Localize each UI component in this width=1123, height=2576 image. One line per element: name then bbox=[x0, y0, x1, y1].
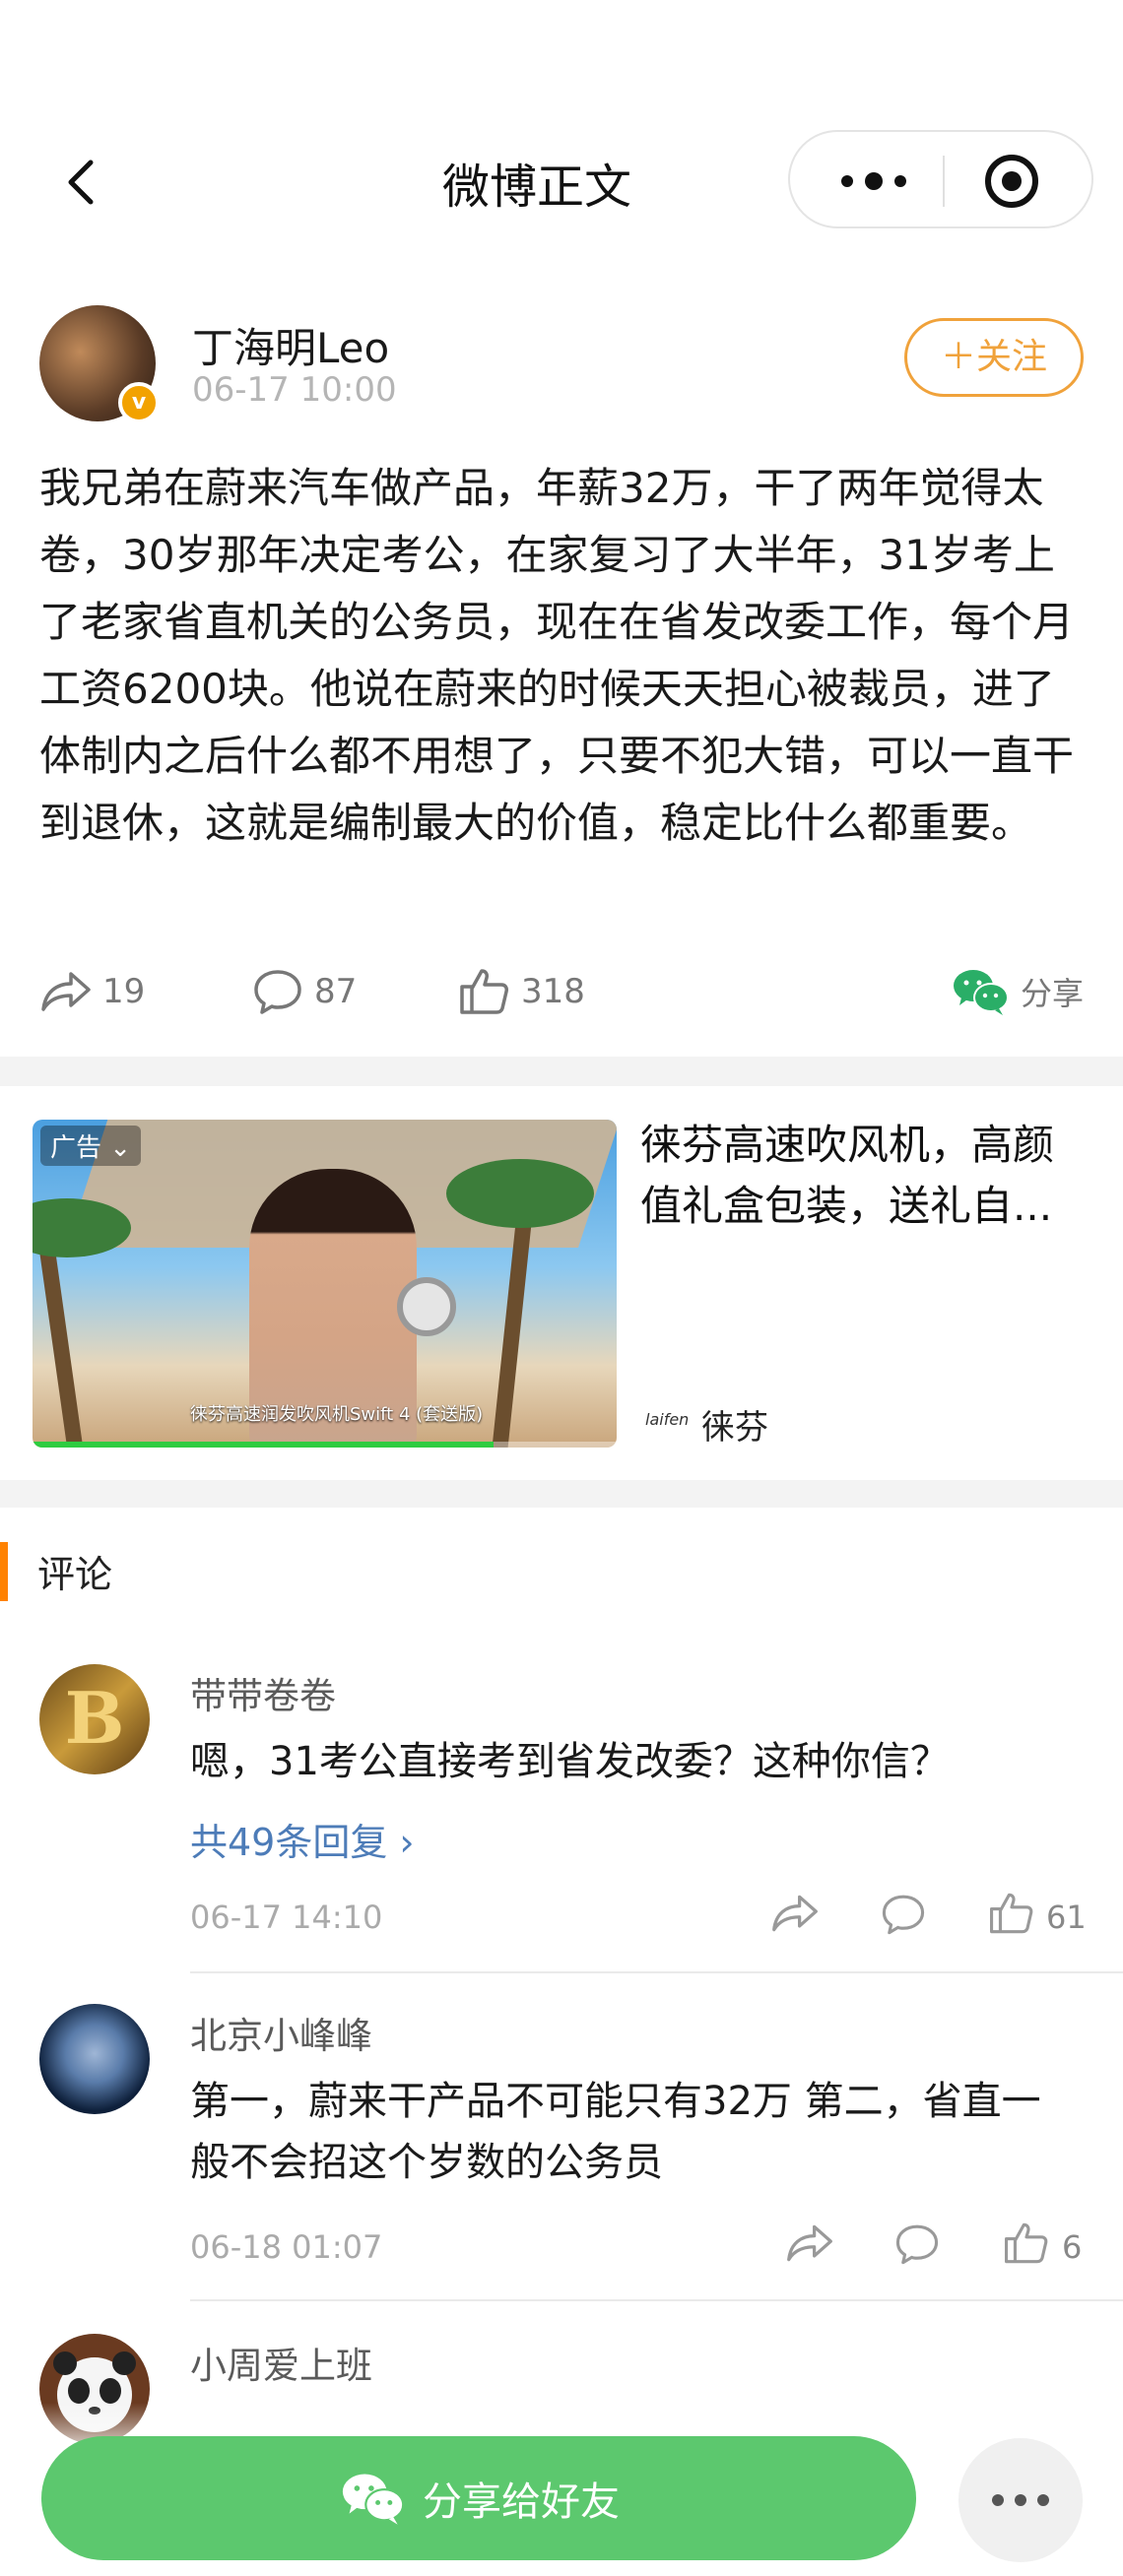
like-count: 318 bbox=[521, 972, 585, 1011]
comment-divider bbox=[190, 1971, 1123, 1973]
section-divider bbox=[0, 1057, 1123, 1086]
comment-button[interactable]: 87 bbox=[251, 960, 357, 1023]
post-time: 06-17 10:00 bbox=[192, 370, 397, 410]
repost-icon[interactable] bbox=[785, 2222, 834, 2268]
comment-icon bbox=[254, 970, 301, 1014]
thumbs-up-icon[interactable] bbox=[988, 1891, 1035, 1940]
share-label: 分享 bbox=[1020, 975, 1084, 1012]
more-options-button[interactable] bbox=[958, 2438, 1083, 2562]
follow-button[interactable]: ＋关注 bbox=[904, 318, 1084, 397]
comment-icon[interactable] bbox=[880, 1893, 927, 1940]
comment-count: 87 bbox=[314, 972, 358, 1011]
wechat-icon bbox=[953, 970, 1009, 1015]
share-to-friends-button[interactable]: 分享给好友 bbox=[41, 2436, 916, 2560]
share-to-friends-label: 分享给好友 bbox=[423, 2479, 620, 2525]
comment-text: 第一，蔚来干产品不可能只有32万 第二，省直一般不会招这个岁数的公务员 bbox=[190, 2079, 1041, 2185]
repost-icon bbox=[41, 972, 91, 1011]
top-bar: 微博正文 bbox=[0, 0, 1123, 325]
repost-icon[interactable] bbox=[770, 1893, 820, 1938]
section-divider bbox=[0, 1480, 1123, 1508]
comment-text: 嗯，31考公直接考到省发改委？这种你信？ bbox=[190, 1739, 950, 1784]
comment-time: 06-18 01:07 bbox=[190, 2228, 383, 2266]
comment-time: 06-17 14:10 bbox=[190, 1899, 383, 1936]
more-dots-icon bbox=[992, 2494, 1049, 2506]
share-button[interactable]: 分享 bbox=[950, 960, 1084, 1023]
palm-leaves bbox=[446, 1159, 594, 1228]
page-title: 微博正文 bbox=[441, 160, 631, 215]
view-replies-link[interactable]: 共49条回复 › bbox=[190, 1812, 415, 1866]
author-name[interactable]: 丁海明Leo bbox=[192, 315, 389, 375]
comment-like-count: 6 bbox=[1062, 2228, 1083, 2266]
wechat-icon bbox=[342, 2474, 405, 2525]
commenter-avatar[interactable] bbox=[39, 2004, 150, 2114]
repost-count: 19 bbox=[102, 972, 146, 1011]
ad-brand-name[interactable]: 徕芬 bbox=[701, 1400, 768, 1449]
close-target-icon[interactable] bbox=[977, 150, 1046, 213]
post-actions: 19 87 318 分享 bbox=[39, 960, 1084, 1023]
palm-trunk bbox=[36, 1228, 84, 1448]
verified-badge-icon: v bbox=[118, 382, 160, 423]
ad-image-caption: 徕芬高速润发吹风机Swift 4 (套送版) bbox=[190, 1404, 484, 1425]
ad-image[interactable]: 广告 ⌄ 徕芬高速润发吹风机Swift 4 (套送版) bbox=[33, 1120, 617, 1448]
svg-text:B: B bbox=[65, 1676, 125, 1760]
ad-title[interactable]: 徕芬高速吹风机，高颜值礼盒包装，送礼自... bbox=[640, 1115, 1093, 1237]
ad-brand-logo: laifen bbox=[645, 1410, 690, 1429]
mini-program-capsule bbox=[788, 130, 1093, 228]
thumbs-up-icon bbox=[460, 969, 508, 1014]
commenter-avatar[interactable]: B bbox=[39, 1664, 150, 1774]
commenter-name[interactable]: 北京小峰峰 bbox=[190, 2006, 372, 2059]
ad-progress-bar bbox=[33, 1442, 617, 1448]
comments-title: 评论 bbox=[37, 1553, 113, 1596]
commenter-name[interactable]: 小周爱上班 bbox=[190, 2336, 372, 2389]
thumbs-up-icon[interactable] bbox=[1003, 2221, 1050, 2270]
like-button[interactable]: 318 bbox=[458, 960, 585, 1023]
more-dots-icon[interactable] bbox=[829, 154, 918, 209]
hair-dryer bbox=[397, 1277, 456, 1336]
comment-icon[interactable] bbox=[893, 2222, 941, 2270]
ad-progress-fill bbox=[33, 1442, 495, 1448]
back-icon[interactable] bbox=[57, 153, 106, 212]
commenter-name[interactable]: 带带卷卷 bbox=[190, 1666, 336, 1719]
comment-divider bbox=[190, 2299, 1123, 2301]
repost-button[interactable]: 19 bbox=[39, 960, 145, 1023]
comments-accent-bar bbox=[0, 1542, 8, 1601]
post-text: 我兄弟在蔚来汽车做产品，年薪32万，干了两年觉得太卷，30岁那年决定考公，在家复… bbox=[39, 464, 1075, 847]
comment-like-count: 61 bbox=[1046, 1899, 1087, 1936]
capsule-divider bbox=[943, 156, 945, 207]
ad-tag[interactable]: 广告 ⌄ bbox=[40, 1126, 142, 1166]
author-avatar[interactable]: v bbox=[39, 305, 160, 423]
